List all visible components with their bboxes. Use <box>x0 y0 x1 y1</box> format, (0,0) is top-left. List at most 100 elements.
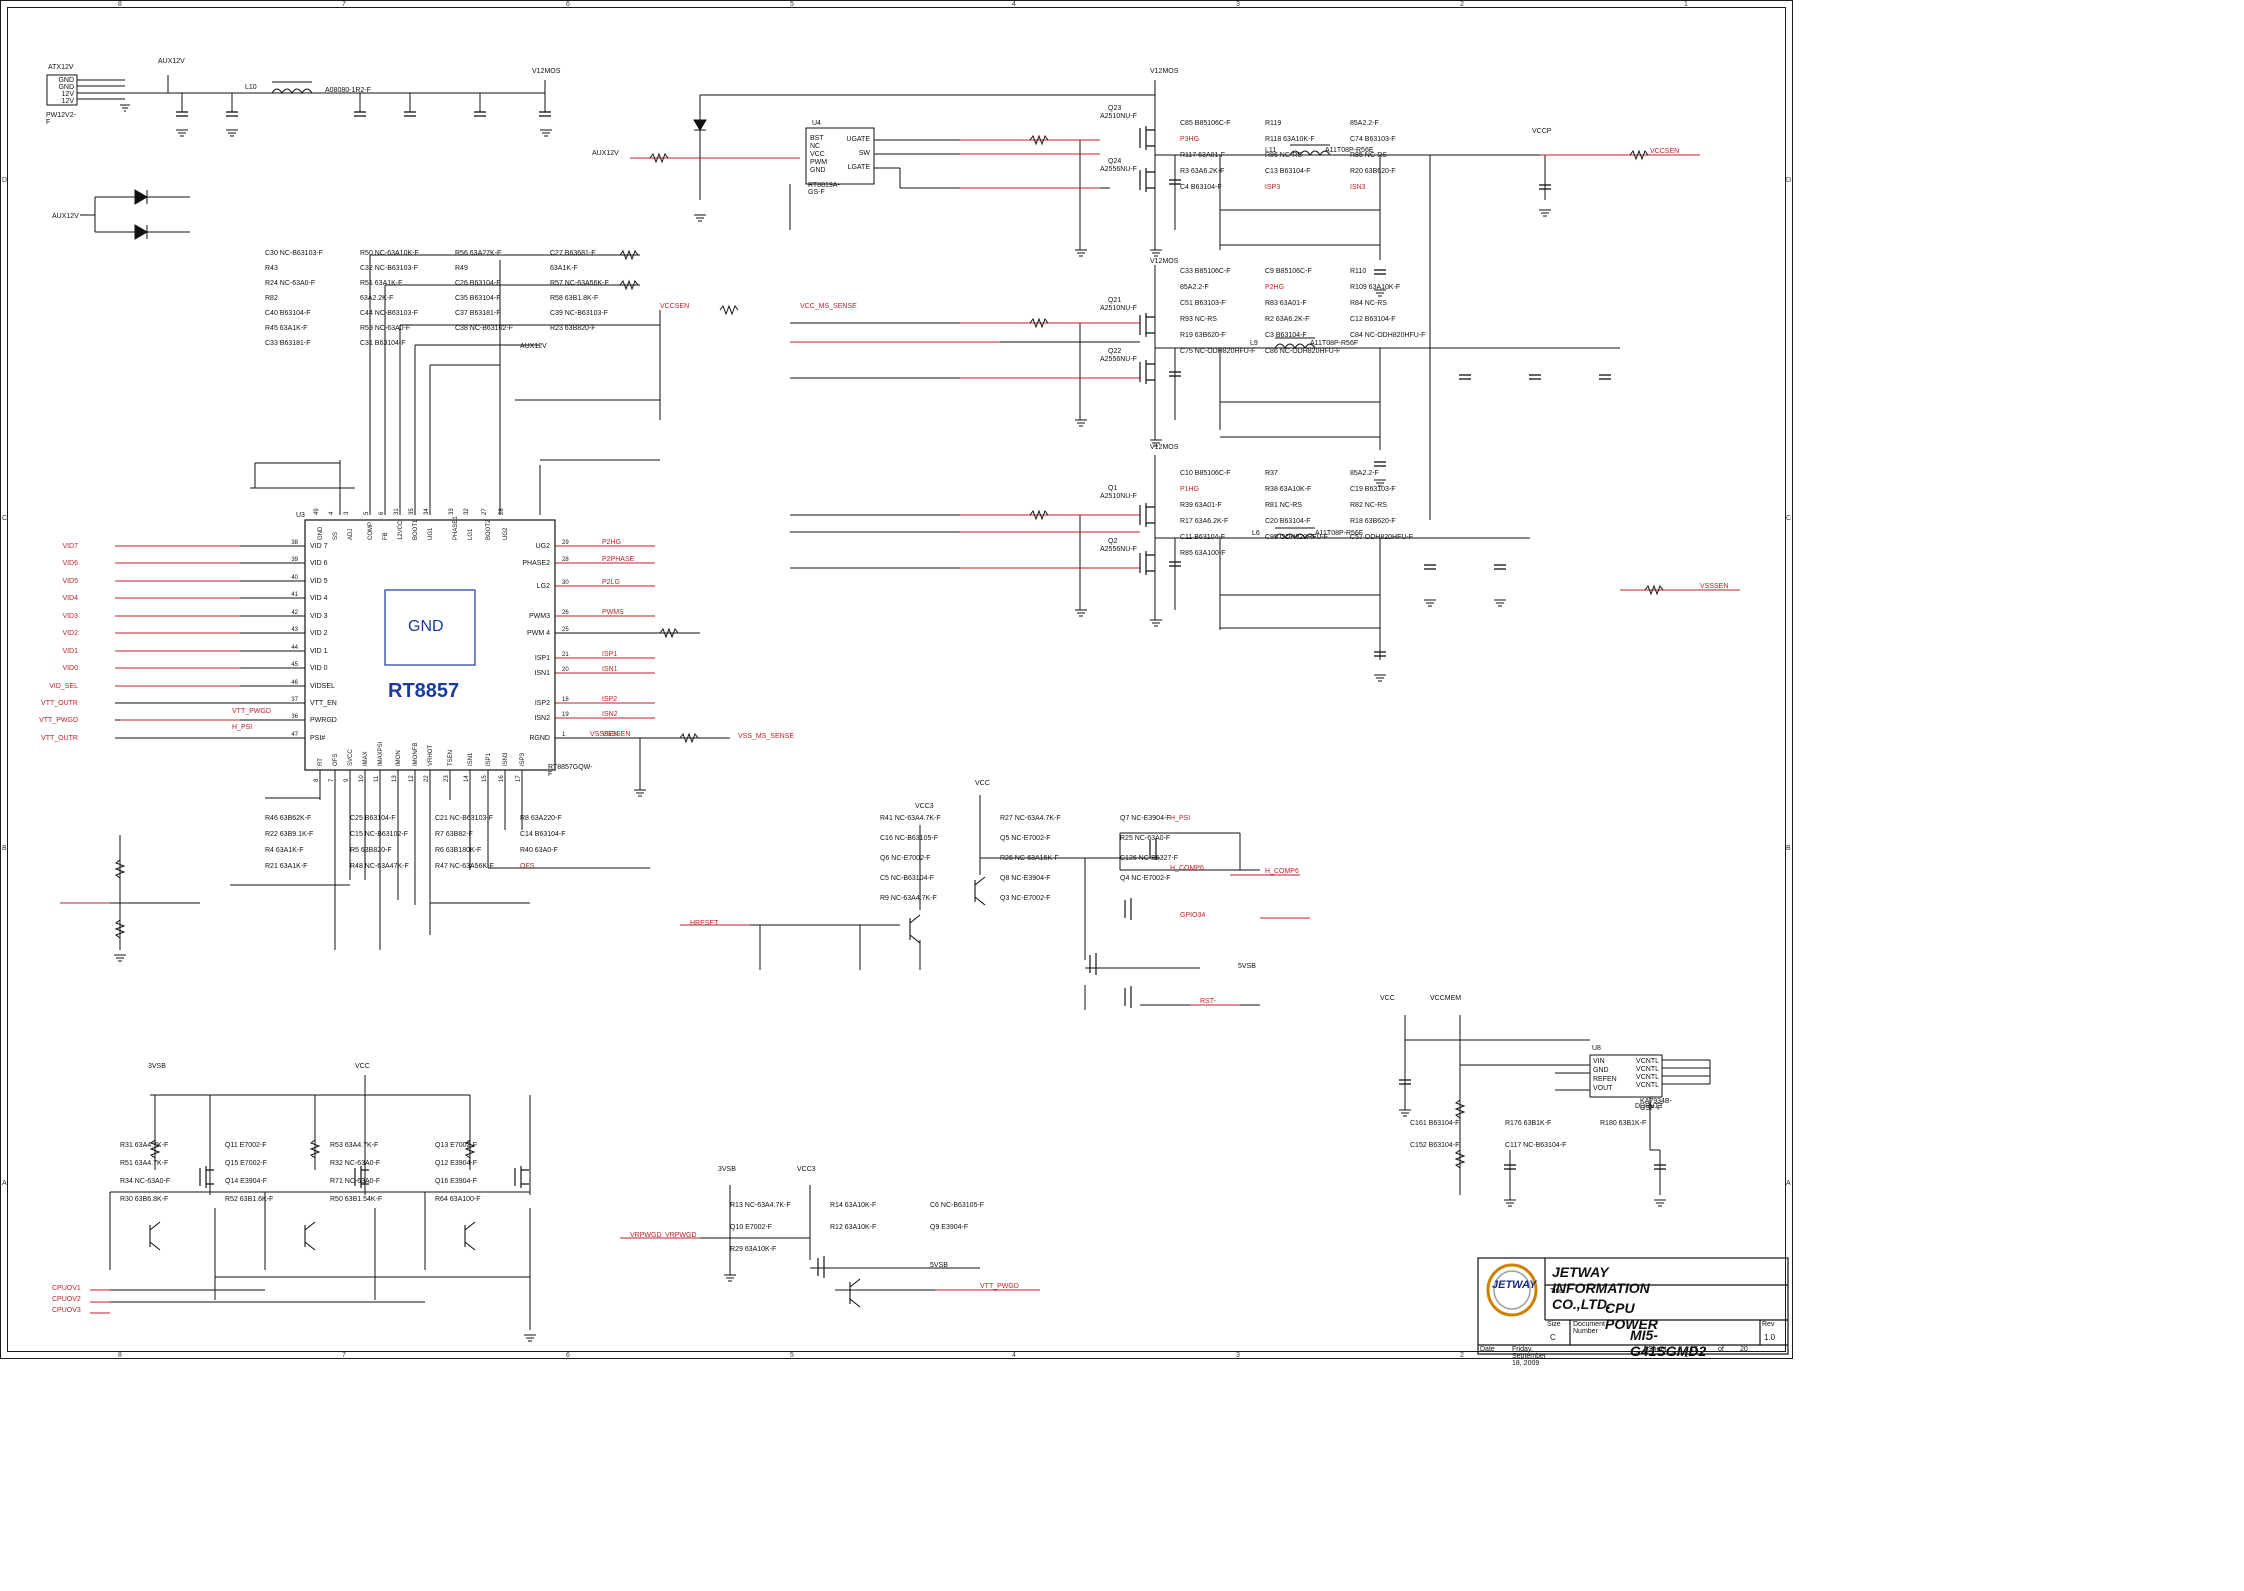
component-label: R110 <box>1350 268 1367 275</box>
chip-pin-number: 29 <box>562 540 569 546</box>
svg-text:3: 3 <box>1236 1 1240 8</box>
svg-text:6: 6 <box>566 1 570 8</box>
component-label: H_PSI <box>1170 815 1191 822</box>
component-label: C161 B63104-F <box>1410 1120 1460 1127</box>
component-label: C32 NC-B63103-F <box>360 265 418 272</box>
chip-pin-name: VIDSEL <box>310 683 335 690</box>
component-label: R5 63B820-F <box>350 847 392 854</box>
svg-text:8: 8 <box>118 1 122 8</box>
svg-text:C: C <box>2 515 7 522</box>
chip-pin-name: BOOT2 <box>486 519 492 540</box>
component-label: Q10 E7002-F <box>730 1224 773 1231</box>
component-label: OFS <box>520 863 535 870</box>
component-label: VRPWGD <box>630 1232 662 1239</box>
component-label: R64 63A100-F <box>435 1196 481 1203</box>
driver-part: RT8819A-GS-F <box>808 182 840 196</box>
chip-pin-net: VID_SEL <box>49 683 78 690</box>
chip-pin-name: PSI# <box>310 735 325 742</box>
chip-pin-net: VID0 <box>62 665 78 672</box>
chip-pin-number: 23 <box>444 775 450 782</box>
component-label: R9 NC-63A4.7K-F <box>880 895 937 902</box>
component-label: R32 NC-63A0-F <box>330 1160 381 1167</box>
component-label: Q6 NC-E7002-F <box>880 855 931 862</box>
svg-text:A: A <box>1786 1180 1791 1187</box>
component-label: RST- <box>1200 998 1216 1005</box>
chip-pin-net: VID2 <box>62 630 78 637</box>
component-label: R109 63A10K-F <box>1350 284 1401 291</box>
connector-pin: 12V <box>62 98 75 105</box>
svg-text:6: 6 <box>566 1352 570 1359</box>
chip-pin-number: 9 <box>344 778 350 782</box>
chip-pin-number: 27 <box>482 508 488 515</box>
component-label: Q12 E3904-F <box>435 1160 478 1167</box>
component-label: C3 B63104-F <box>1265 332 1307 339</box>
component-label: R56 63A27K-F <box>455 250 502 257</box>
component-label: Q7 NC-E3904-F <box>1120 815 1171 822</box>
component-label: C5 NC-B63104-F <box>880 875 935 882</box>
chip-pin-number: 38 <box>291 540 298 546</box>
chip-pin-name: ISP1 <box>486 752 492 766</box>
chip-pin-name: IMAX <box>363 751 369 766</box>
component-label: ISN3 <box>1350 184 1366 191</box>
component-label: C16 NC-B63105-F <box>880 835 938 842</box>
component-label: VCCMEM <box>1430 995 1462 1002</box>
driver-pin: PWM <box>810 159 827 166</box>
component-label: VCCP <box>1532 128 1552 135</box>
component-label: C25 B63104-F <box>350 815 396 822</box>
chip-pin-name: VID 3 <box>310 613 328 620</box>
component-label: L9 <box>1250 340 1258 347</box>
component-label: A2556NU-F <box>1100 546 1137 553</box>
component-label: 85A2.2-F <box>1180 284 1209 291</box>
chip-u3 <box>304 519 556 771</box>
component-label: VSSSEN <box>1700 583 1729 590</box>
component-label: C14 B63104-F <box>520 831 566 838</box>
chip-pin-net: VID6 <box>62 560 78 567</box>
chip-pin-net: PWMS <box>602 609 624 616</box>
component-label: Q3 NC-E7002-F <box>1000 895 1051 902</box>
component-label: R180 63B1K-F <box>1600 1120 1647 1127</box>
chip-pin-net: VID3 <box>62 613 78 620</box>
chip-pin-number: 11 <box>374 775 380 782</box>
svg-text:4: 4 <box>1012 1352 1016 1359</box>
chip-pin-net: VTT_PWGD <box>39 717 78 724</box>
chip-pin-number: 28 <box>499 508 505 515</box>
regulator-pin: VCNTL <box>1636 1058 1659 1065</box>
chip-pin-name: ISP1 <box>535 655 550 662</box>
component-label: A08080-1R2-F <box>325 87 371 94</box>
chip-pin-number: 37 <box>291 697 298 703</box>
component-label: P2HG <box>1265 284 1285 291</box>
component-label: R93 NC-RS <box>1180 316 1217 323</box>
chip-pin-name: OFS <box>333 754 339 766</box>
chip-pin-name: RT <box>318 758 324 766</box>
chip-pin-name: 12VCC <box>398 520 404 540</box>
chip-pin-number: 43 <box>291 627 298 633</box>
component-label: VRPWGD <box>665 1232 697 1239</box>
svg-text:4: 4 <box>1012 1 1016 8</box>
wires <box>46 74 1740 1330</box>
chip-pin-net: VTT_OUTR <box>41 700 78 707</box>
chip-pin-number: 45 <box>291 662 298 668</box>
component-label: R38 63A10K-F <box>1265 486 1312 493</box>
component-label: 63A2.2K-F <box>360 295 394 302</box>
chip-pin-number: 5 <box>364 511 370 515</box>
chip-pin-number: 17 <box>516 775 522 782</box>
chip-pin-name: COMP <box>368 522 374 540</box>
svg-text:B: B <box>1786 845 1791 852</box>
component-label: R4 63A1K-F <box>265 847 304 854</box>
component-label: 5VSB <box>1238 963 1256 970</box>
chip-pin-number: 47 <box>291 732 298 738</box>
chip-pin-name: UG1 <box>428 527 434 540</box>
chip-pin-name: UG2 <box>536 543 551 550</box>
svg-text:7: 7 <box>342 1 346 8</box>
doc-label: Document Number <box>1573 1321 1605 1335</box>
component-label: Q16 E3904-F <box>435 1178 478 1185</box>
chip-pin-number: 12 <box>409 775 415 782</box>
driver-pin: NC <box>810 143 820 150</box>
component-label: C31 B63104-F <box>360 340 406 347</box>
chip-pin-number: 46 <box>291 680 298 686</box>
chip-pin-number: 18 <box>562 697 569 703</box>
chip-pin-name: GND <box>318 526 324 540</box>
svg-text:2: 2 <box>1460 1352 1464 1359</box>
component-label: CPUOV2 <box>52 1296 81 1303</box>
chip-pin-name: VID 0 <box>310 665 328 672</box>
